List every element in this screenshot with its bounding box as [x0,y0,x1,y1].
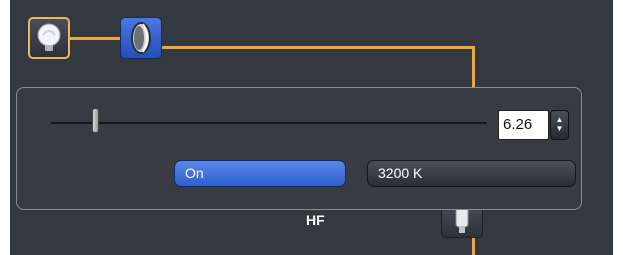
objective-label: HF [306,212,325,228]
intensity-spinbox[interactable]: 6.26 [498,110,549,140]
lamp-settings-popup: 6.26 ▲ ▼ On 3200 K [16,87,582,210]
objective-icon [442,204,482,241]
up-down-arrows-icon[interactable]: ▲ ▼ [550,110,569,140]
filter-lens-icon [121,22,161,62]
color-temperature-button[interactable]: 3200 K [367,160,576,187]
filter-button[interactable] [120,17,162,59]
intensity-slider-track[interactable] [51,122,487,124]
lamp-button[interactable] [28,17,70,59]
light-bulb-icon [30,23,68,61]
intensity-slider-thumb[interactable] [92,108,99,133]
connector-line [153,46,475,49]
connector-line [472,46,475,90]
lamp-on-button[interactable]: On [174,160,346,187]
